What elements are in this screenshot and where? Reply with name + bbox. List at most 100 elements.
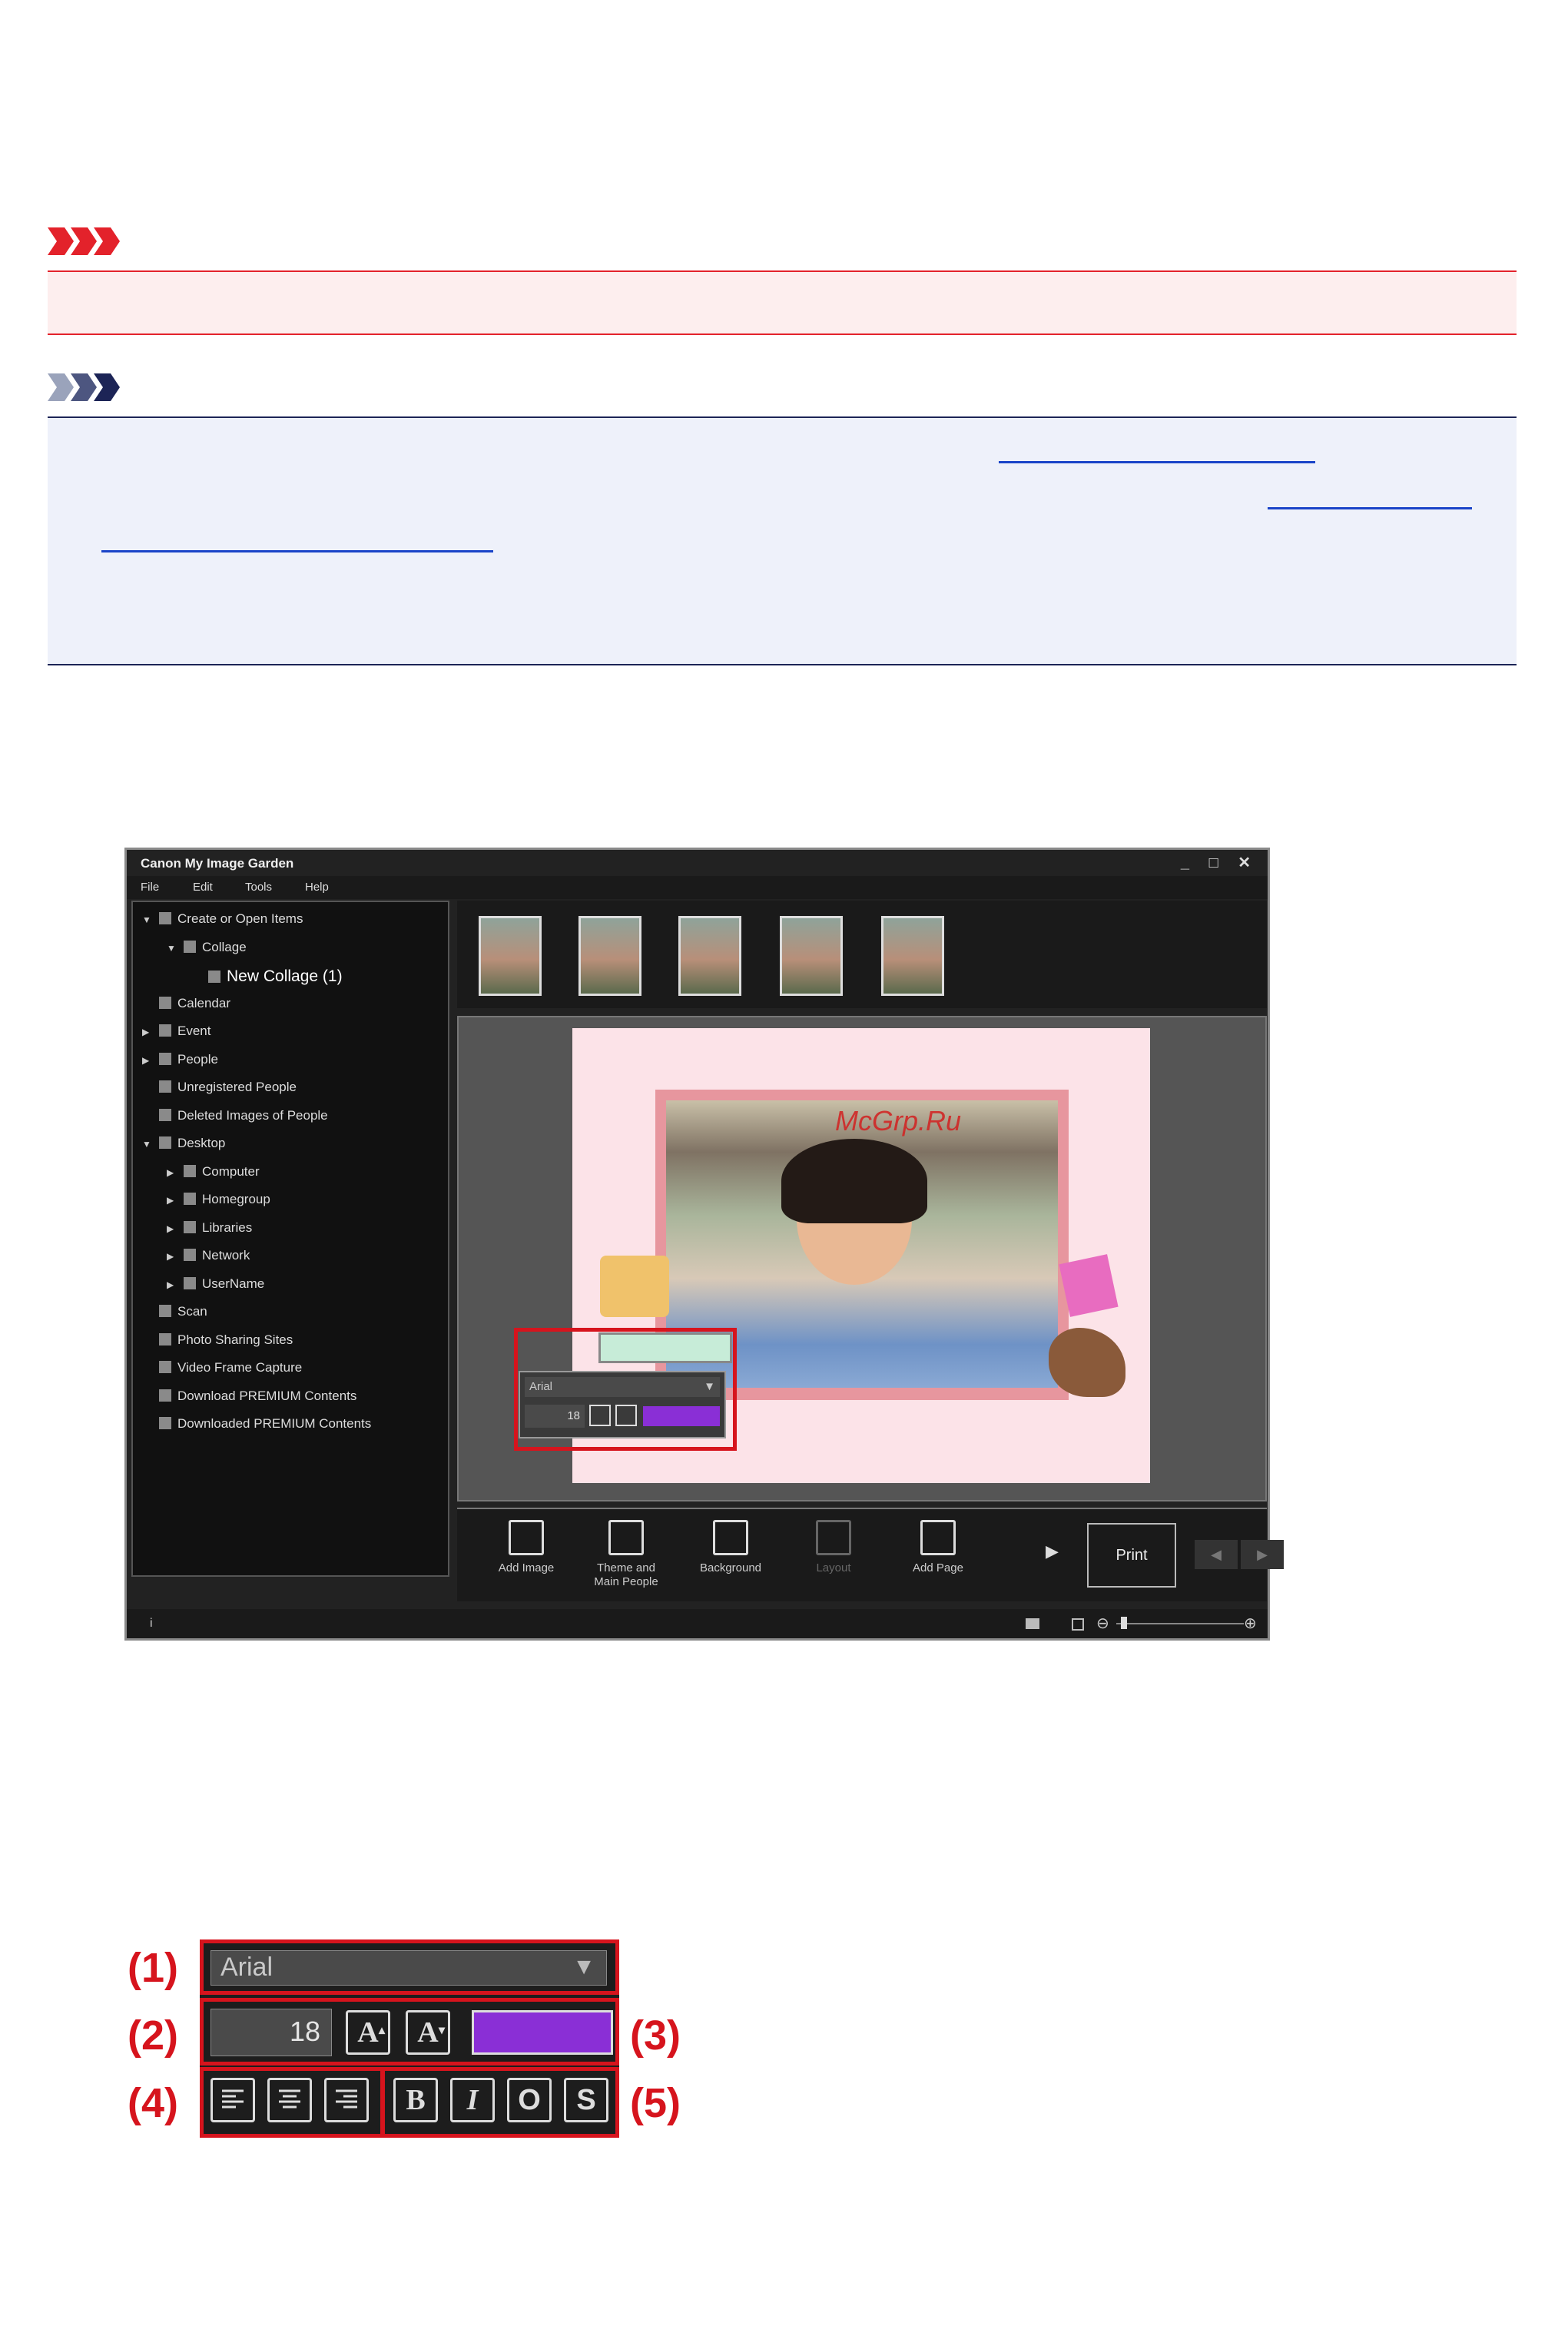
add-page-button[interactable]: Add Page (892, 1520, 984, 1575)
menu-tools[interactable]: Tools (245, 881, 272, 894)
tree-item-label: Libraries (202, 1219, 253, 1235)
tree-item[interactable]: ▼ Create or Open Items (142, 911, 303, 927)
highlight-rectangle (514, 1328, 737, 1451)
tree-item-label: Homegroup (202, 1192, 270, 1206)
tree-item-label: New Collage (1) (227, 967, 343, 985)
edit-area: McGrp.Ru Arial ▼ 18 (457, 1016, 1267, 1501)
tree-item-label: Calendar (177, 995, 230, 1010)
tree-item[interactable]: Deleted Images of People (142, 1108, 328, 1123)
tree-item-label: Event (177, 1024, 211, 1038)
collage-page[interactable]: McGrp.Ru Arial ▼ 18 (514, 1028, 1150, 1483)
status-bar: i ⊖ ⊕ (127, 1609, 1268, 1638)
note-link-2[interactable] (1268, 507, 1472, 509)
note-link-3[interactable] (101, 550, 493, 552)
more-arrow-icon[interactable]: ▶ (1046, 1541, 1059, 1561)
fit-icon[interactable] (1072, 1618, 1084, 1631)
tree-item-label: Desktop (177, 1136, 226, 1150)
navigation-tree: ▼ Create or Open Items ▼ Collage New Collage… (131, 901, 449, 1577)
group-4-outline (200, 2067, 384, 2138)
tree-item-icon (184, 1164, 196, 1177)
menu-bar: File Edit Tools Help (127, 876, 1268, 899)
add-image-button[interactable]: Add Image (480, 1520, 572, 1575)
theme-people-icon (608, 1520, 644, 1555)
tree-item[interactable]: ▶ People (142, 1052, 218, 1067)
tree-item-icon (159, 912, 171, 924)
app-window: Canon My Image Garden _ □ ✕ File Edit To… (124, 848, 1284, 1641)
tree-item[interactable]: Scan (142, 1304, 207, 1319)
zoom-slider[interactable] (1116, 1623, 1244, 1624)
tree-arrow-icon[interactable]: ▶ (142, 1027, 153, 1037)
tree-item[interactable]: ▶ UserName (167, 1276, 264, 1292)
tree-item-icon (184, 1249, 196, 1261)
thumbnail-5[interactable] (881, 916, 944, 996)
tree-item-label: Create or Open Items (177, 911, 303, 926)
thumbnail-3[interactable] (678, 916, 741, 996)
thumbnail-4[interactable] (780, 916, 843, 996)
info-icon[interactable]: i (150, 1617, 153, 1631)
tree-item-icon (184, 940, 196, 953)
tree-item[interactable]: Download PREMIUM Contents (142, 1389, 356, 1404)
thumbnail-2[interactable] (578, 916, 641, 996)
tree-item[interactable]: New Collage (1) (191, 967, 343, 986)
label-2: (2) (128, 2012, 178, 2059)
tree-item-icon (159, 1052, 171, 1065)
add-page-label: Add Page (913, 1561, 963, 1574)
tree-item-icon (159, 1361, 171, 1373)
note-box (48, 416, 1517, 665)
thumbnail-1[interactable] (479, 916, 542, 996)
menu-help[interactable]: Help (305, 881, 329, 894)
tree-arrow-icon[interactable]: ▶ (167, 1195, 177, 1206)
view-mode-icon[interactable] (1026, 1618, 1039, 1629)
zoom-slider-handle[interactable] (1121, 1617, 1127, 1629)
prev-page-button[interactable]: ◀ (1195, 1540, 1238, 1569)
tree-arrow-icon[interactable]: ▶ (167, 1279, 177, 1290)
tree-item[interactable]: ▼ Collage (167, 940, 247, 955)
zoom-out-icon[interactable]: ⊖ (1096, 1614, 1109, 1633)
tree-item[interactable]: Photo Sharing Sites (142, 1332, 293, 1348)
tree-arrow-icon[interactable]: ▼ (167, 943, 177, 954)
tree-arrow-icon[interactable]: ▼ (142, 914, 153, 925)
add-image-icon (509, 1520, 544, 1555)
tree-item[interactable]: Video Frame Capture (142, 1360, 302, 1375)
menu-edit[interactable]: Edit (193, 881, 213, 894)
background-button[interactable]: Background (685, 1520, 777, 1575)
note-link-1[interactable] (999, 461, 1315, 463)
tree-item[interactable]: ▶ Libraries (167, 1220, 252, 1236)
watermark-text: McGrp.Ru (835, 1105, 962, 1136)
tree-item[interactable]: ▶ Network (167, 1248, 250, 1263)
label-5: (5) (630, 2080, 681, 2126)
gift-sticker (1059, 1254, 1119, 1317)
tree-item-icon (184, 1276, 196, 1289)
tree-item-icon (159, 1136, 171, 1149)
layout-icon (816, 1520, 851, 1555)
tree-item[interactable]: ▼ Desktop (142, 1136, 225, 1151)
tree-item-icon (159, 1080, 171, 1093)
tree-arrow-icon[interactable]: ▶ (142, 1055, 153, 1066)
bottom-toolbar: Add Image Theme and Main People Backgrou… (457, 1508, 1284, 1601)
tree-arrow-icon[interactable]: ▶ (167, 1251, 177, 1262)
tree-item-label: Photo Sharing Sites (177, 1332, 293, 1347)
window-controls[interactable]: _ □ ✕ (1181, 853, 1258, 872)
next-page-button[interactable]: ▶ (1241, 1540, 1284, 1569)
tree-item[interactable]: Downloaded PREMIUM Contents (142, 1416, 371, 1432)
text-edit-callout: Arial ▼ 18 (514, 1328, 737, 1451)
tree-arrow-icon[interactable]: ▼ (142, 1139, 153, 1150)
tree-item-label: Video Frame Capture (177, 1360, 303, 1375)
tree-arrow-icon[interactable]: ▶ (167, 1223, 177, 1234)
zoom-in-icon[interactable]: ⊕ (1244, 1614, 1257, 1633)
tree-item-label: Scan (177, 1304, 207, 1319)
print-button[interactable]: Print (1087, 1523, 1176, 1588)
tree-item-icon (159, 1024, 171, 1037)
tree-item-label: Computer (202, 1163, 260, 1179)
menu-file[interactable]: File (141, 881, 159, 894)
tree-item[interactable]: Calendar (142, 996, 230, 1011)
tree-item[interactable]: ▶ Homegroup (167, 1192, 270, 1207)
tree-item[interactable]: ▶ Event (142, 1024, 211, 1039)
layout-button[interactable]: Layout (787, 1520, 880, 1575)
important-box (48, 270, 1517, 335)
tree-arrow-icon[interactable]: ▶ (167, 1167, 177, 1178)
tree-item-label: Downloaded PREMIUM Contents (177, 1416, 372, 1431)
theme-main-people-button[interactable]: Theme and Main People (580, 1520, 672, 1589)
tree-item[interactable]: ▶ Computer (167, 1164, 260, 1180)
tree-item[interactable]: Unregistered People (142, 1080, 297, 1095)
